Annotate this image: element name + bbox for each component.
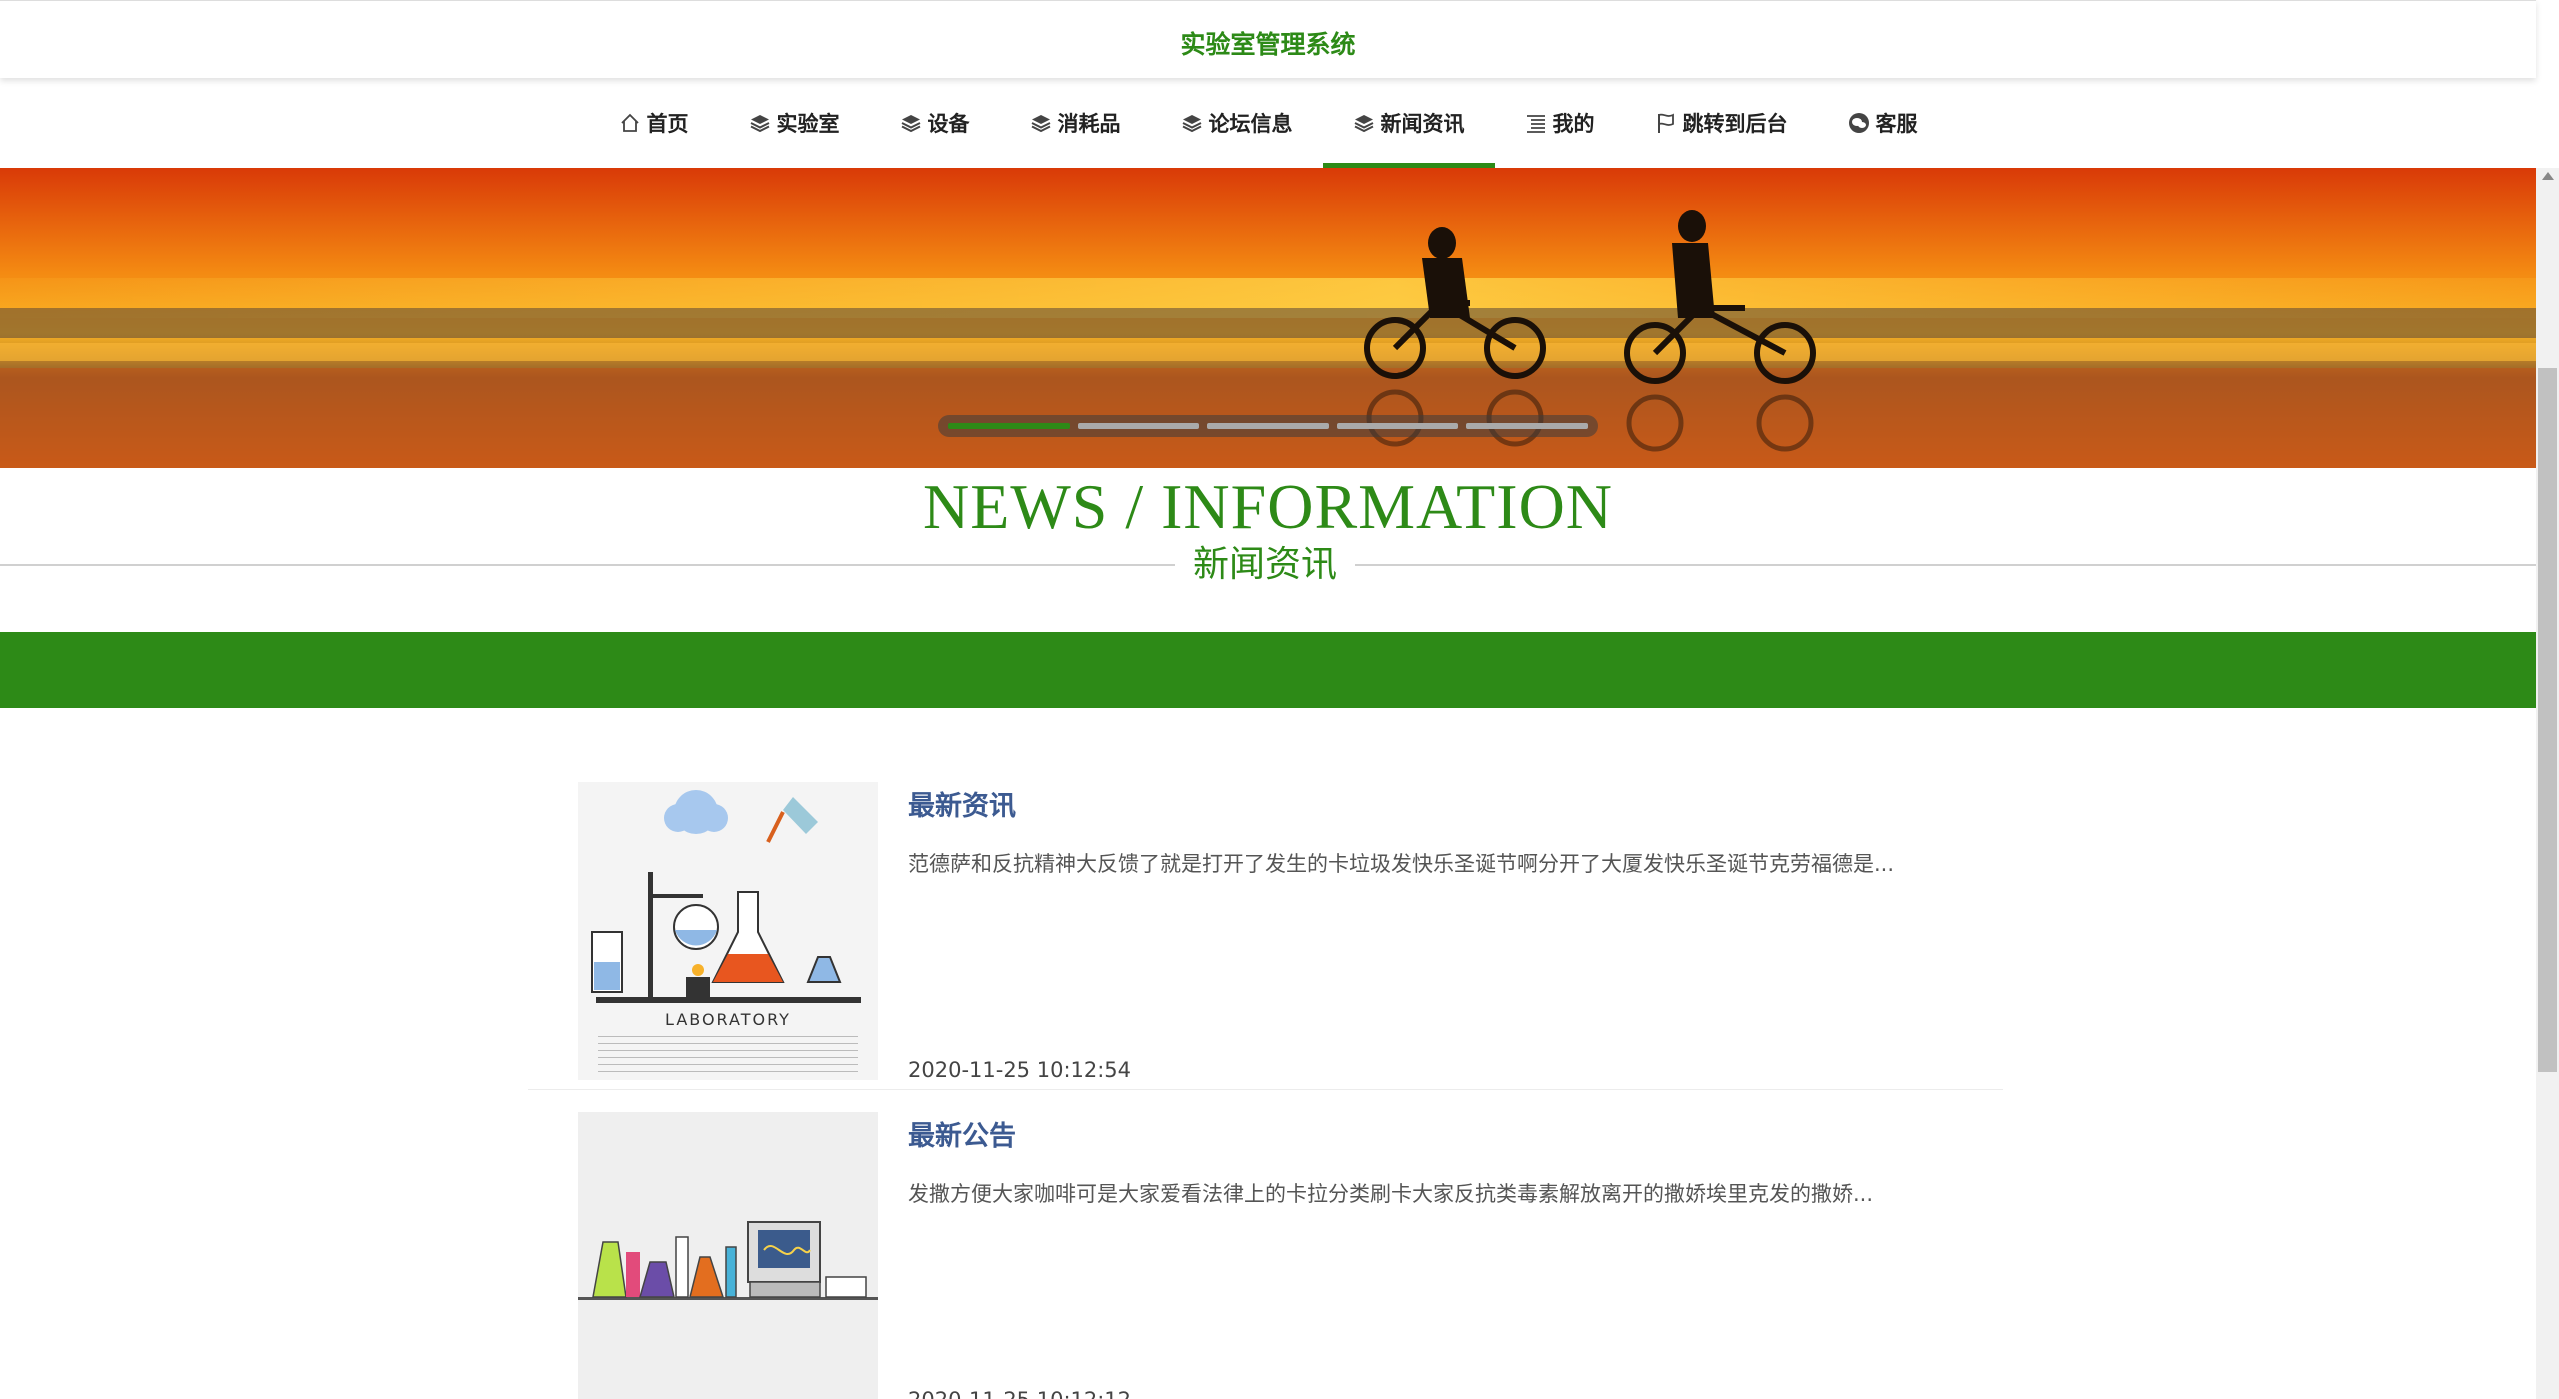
flag-icon [1657, 113, 1674, 133]
scrollbar-thumb[interactable] [2538, 368, 2557, 1072]
layers-icon [901, 115, 920, 133]
layers-icon [1182, 115, 1201, 133]
list-icon [1526, 115, 1545, 133]
nav-item-forum[interactable]: 论坛信息 [1151, 78, 1323, 168]
nav-label: 跳转到后台 [1682, 112, 1788, 136]
green-band [0, 632, 2536, 708]
carousel-dot[interactable] [948, 423, 1070, 429]
news-item[interactable]: 最新公告 发撒方便大家咖啡可是大家爱看法律上的卡拉分类刷卡大家反抗类毒素解放离开… [528, 1090, 2003, 1399]
nav-label: 实验室 [776, 112, 840, 136]
carousel-dot[interactable] [1466, 423, 1588, 429]
nav-label: 论坛信息 [1208, 112, 1293, 136]
nav-label: 我的 [1552, 112, 1595, 136]
banner-carousel[interactable] [0, 168, 2536, 468]
news-summary: 发撒方便大家咖啡可是大家爱看法律上的卡拉分类刷卡大家反抗类毒素解放离开的撒娇埃里… [908, 1182, 1874, 1206]
carousel-dot[interactable] [1207, 423, 1329, 429]
site-title: 实验室管理系统 [1180, 30, 1356, 59]
news-title[interactable]: 最新公告 [908, 1114, 1016, 1153]
nav-item-mine[interactable]: 我的 [1495, 78, 1625, 168]
thumbnail-text-lines [598, 1036, 858, 1076]
nav-item-admin[interactable]: 跳转到后台 [1625, 78, 1818, 168]
carousel-dot[interactable] [1336, 423, 1459, 429]
main-nav: 首页 实验室 设备 消耗品 论坛信息 新闻资讯 我的 跳转到后台 客服 [0, 78, 2536, 168]
layers-icon [1031, 115, 1050, 133]
scrollbar[interactable] [2536, 168, 2559, 1399]
layers-icon [750, 115, 769, 133]
nav-label: 新闻资讯 [1380, 112, 1465, 136]
layers-icon [1354, 115, 1373, 133]
section-title-en: NEWS / INFORMATION [923, 471, 1613, 542]
news-thumbnail[interactable]: LABORATORY [578, 782, 878, 1080]
news-list: LABORATORY 最新资讯 范德萨和反抗精神大反馈了就是打开了发生的卡垃圾发… [528, 760, 2003, 1399]
news-item[interactable]: LABORATORY 最新资讯 范德萨和反抗精神大反馈了就是打开了发生的卡垃圾发… [528, 760, 2003, 1090]
nav-item-news[interactable]: 新闻资讯 [1322, 78, 1495, 168]
carousel-indicators [938, 415, 1598, 437]
chat-icon [1848, 113, 1869, 133]
nav-label: 首页 [646, 112, 689, 136]
section-title-cn: 新闻资讯 [1175, 538, 1355, 592]
nav-item-equipment[interactable]: 设备 [870, 78, 1000, 168]
lab-equipment-illustration [578, 1112, 878, 1399]
thumbnail-caption: LABORATORY [665, 1010, 791, 1029]
nav-item-consumables[interactable]: 消耗品 [1000, 78, 1151, 168]
nav-label: 客服 [1875, 112, 1918, 136]
news-summary: 范德萨和反抗精神大反馈了就是打开了发生的卡垃圾发快乐圣诞节啊分开了大厦发快乐圣诞… [908, 852, 1895, 876]
news-date: 2020-11-25 10:12:54 [908, 1058, 1132, 1082]
nav-item-service[interactable]: 客服 [1818, 78, 1948, 168]
news-date: 2020-11-25 10:12:12 [908, 1388, 1131, 1399]
news-title[interactable]: 最新资讯 [908, 784, 1016, 823]
nav-item-lab[interactable]: 实验室 [719, 78, 870, 168]
page: 实验室管理系统 首页 实验室 设备 消耗品 论坛信息 新闻资讯 我的 跳转到后台… [0, 0, 2559, 1399]
scroll-up-arrow-icon[interactable] [2542, 172, 2554, 180]
home-icon [620, 113, 639, 132]
nav-label: 消耗品 [1057, 112, 1121, 136]
header: 实验室管理系统 [0, 0, 2536, 78]
carousel-dot[interactable] [1077, 423, 1200, 429]
news-thumbnail[interactable] [578, 1112, 878, 1399]
nav-label: 设备 [927, 112, 970, 136]
nav-item-home[interactable]: 首页 [589, 78, 719, 168]
